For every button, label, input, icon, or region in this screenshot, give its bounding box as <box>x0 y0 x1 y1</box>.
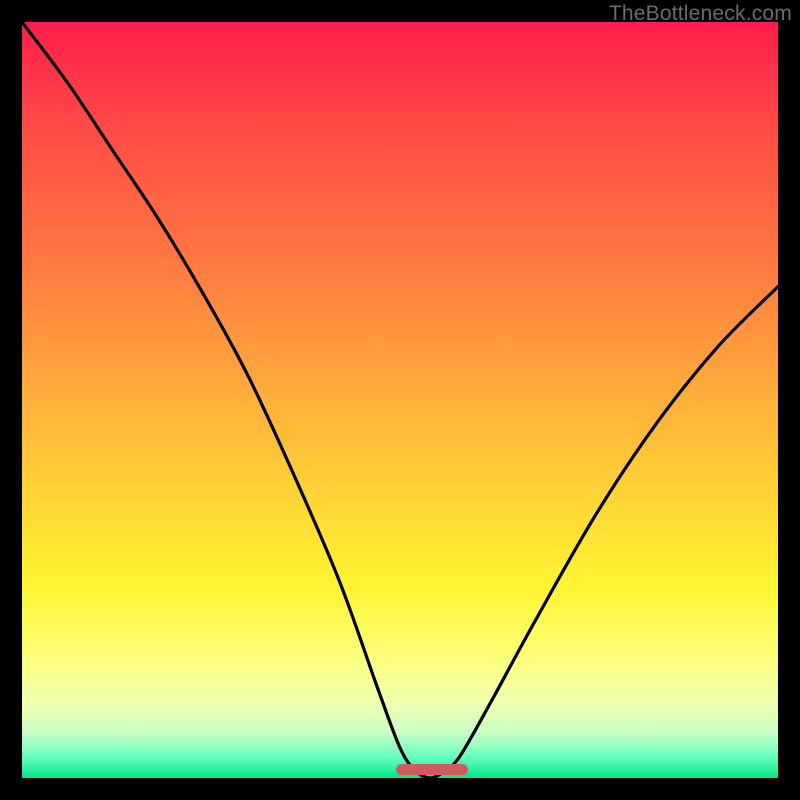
bottleneck-curve <box>22 22 778 778</box>
chart-frame <box>22 22 778 778</box>
watermark-text: TheBottleneck.com <box>609 2 792 26</box>
optimal-range-marker <box>396 764 468 775</box>
curve-path <box>22 22 778 778</box>
